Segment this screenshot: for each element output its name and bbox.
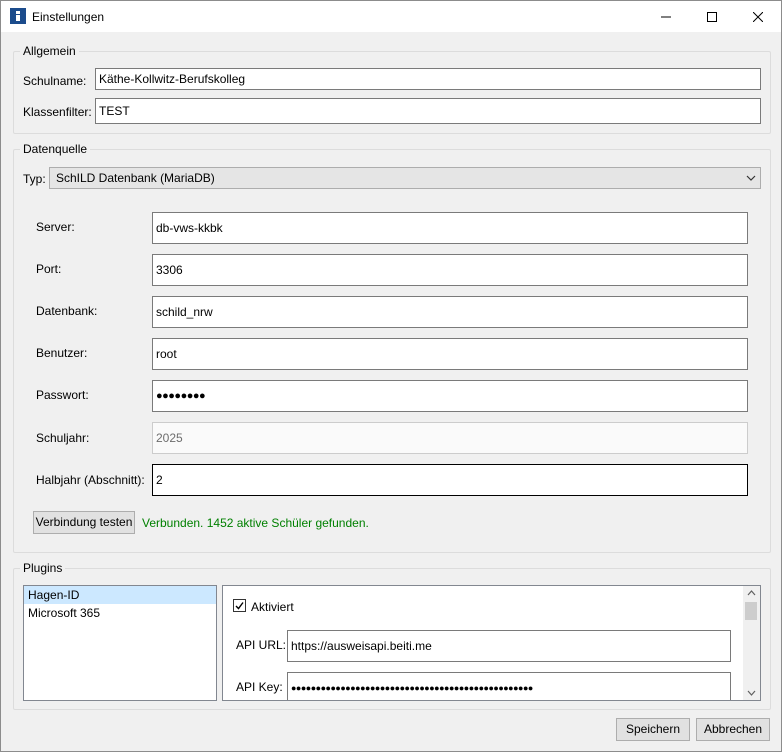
chevron-down-icon	[746, 175, 756, 181]
aktiviert-label: Aktiviert	[251, 600, 294, 614]
schuljahr-input[interactable]: 2025	[152, 422, 748, 454]
minimize-button[interactable]	[643, 1, 689, 32]
maximize-icon	[707, 11, 717, 22]
verbindung-testen-button[interactable]: Verbindung testen	[33, 511, 135, 534]
halbjahr-label: Halbjahr (Abschnitt):	[36, 473, 145, 487]
benutzer-label: Benutzer:	[36, 346, 88, 360]
plugin-panel-scrollbar[interactable]	[743, 586, 760, 700]
klassenfilter-input[interactable]: TEST	[95, 98, 761, 124]
typ-select-value: SchILD Datenbank (MariaDB)	[56, 171, 215, 185]
schulname-input[interactable]: Käthe-Kollwitz-Berufskolleg	[95, 68, 761, 90]
typ-label: Typ:	[23, 172, 46, 186]
passwort-label: Passwort:	[36, 388, 89, 402]
scroll-down-icon[interactable]	[743, 686, 760, 700]
close-icon	[753, 11, 763, 22]
port-label: Port:	[36, 262, 62, 276]
passwort-input[interactable]: ●●●●●●●●	[152, 380, 748, 412]
cancel-button[interactable]: Abbrechen	[696, 718, 770, 741]
aktiviert-checkbox[interactable]	[233, 599, 246, 612]
scrollbar-thumb[interactable]	[745, 602, 757, 620]
plugin-list-item-hagen-id[interactable]: Hagen-ID	[24, 586, 216, 604]
klassenfilter-label: Klassenfilter:	[23, 105, 92, 119]
datenbank-label: Datenbank:	[36, 304, 98, 318]
minimize-icon	[661, 16, 671, 17]
schulname-label: Schulname:	[23, 74, 87, 88]
plugin-settings-panel: Aktiviert API URL: https://ausweisapi.be…	[222, 585, 761, 701]
settings-window: Einstellungen Allgemein Schulname: Käthe…	[0, 0, 782, 752]
title-bar[interactable]: Einstellungen	[1, 1, 781, 32]
server-input[interactable]: db-vws-kkbk	[152, 212, 748, 244]
save-button[interactable]: Speichern	[616, 718, 690, 741]
halbjahr-input[interactable]: 2	[152, 464, 748, 496]
app-info-icon	[10, 8, 26, 24]
close-button[interactable]	[735, 1, 781, 32]
group-plugins-legend: Plugins	[20, 561, 66, 575]
scroll-up-icon[interactable]	[743, 586, 760, 600]
benutzer-input[interactable]: root	[152, 338, 748, 370]
group-datenquelle-legend: Datenquelle	[20, 142, 91, 156]
server-label: Server:	[36, 220, 75, 234]
api-key-input[interactable]: ●●●●●●●●●●●●●●●●●●●●●●●●●●●●●●●●●●●●●●●●…	[287, 672, 731, 700]
typ-select[interactable]: SchILD Datenbank (MariaDB)	[49, 167, 761, 189]
port-input[interactable]: 3306	[152, 254, 748, 286]
connection-status: Verbunden. 1452 aktive Schüler gefunden.	[142, 516, 369, 530]
checkmark-icon	[235, 602, 244, 610]
window-title: Einstellungen	[32, 10, 105, 24]
plugin-list[interactable]: Hagen-ID Microsoft 365	[23, 585, 217, 701]
group-allgemein-legend: Allgemein	[20, 44, 79, 58]
schuljahr-label: Schuljahr:	[36, 431, 90, 445]
api-url-label: API URL:	[236, 638, 287, 652]
maximize-button[interactable]	[689, 1, 735, 32]
datenbank-input[interactable]: schild_nrw	[152, 296, 748, 328]
api-url-input[interactable]: https://ausweisapi.beiti.me	[287, 630, 731, 662]
api-key-label: API Key:	[236, 680, 283, 694]
plugin-list-item-microsoft-365[interactable]: Microsoft 365	[24, 604, 216, 622]
